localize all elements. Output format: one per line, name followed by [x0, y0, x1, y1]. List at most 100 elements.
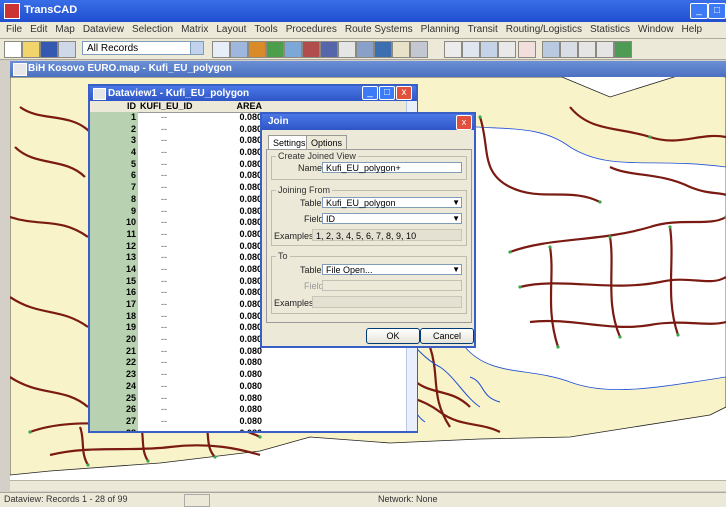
cell-id[interactable]: 20 — [90, 334, 138, 346]
cell-id[interactable]: 19 — [90, 322, 138, 335]
text-a-icon[interactable] — [410, 41, 428, 58]
save-icon[interactable] — [40, 41, 58, 58]
cell-kufi-eu-id[interactable]: -- — [138, 241, 190, 253]
cell-area[interactable]: 0.080 — [190, 334, 262, 346]
route-icon[interactable] — [302, 41, 320, 58]
menu-item-file[interactable]: File — [6, 22, 22, 38]
name-field[interactable]: Kufi_EU_polygon+ — [322, 162, 462, 173]
legend-icon[interactable] — [614, 41, 632, 58]
cell-area[interactable]: 0.080 — [190, 252, 262, 264]
cell-area[interactable]: 0.080 — [190, 381, 262, 393]
layout-icon[interactable] — [248, 41, 266, 58]
menu-item-selection[interactable]: Selection — [132, 22, 173, 38]
cell-id[interactable]: 9 — [90, 205, 138, 218]
chevron-down-icon[interactable]: ▼ — [452, 198, 460, 208]
cell-kufi-eu-id[interactable]: -- — [138, 299, 190, 311]
cell-kufi-eu-id[interactable]: -- — [138, 264, 190, 276]
cell-area[interactable]: 0.080 — [190, 357, 262, 369]
cell-kufi-eu-id[interactable]: -- — [138, 135, 190, 147]
table-row[interactable]: 28--0.080 — [90, 427, 406, 431]
cell-kufi-eu-id[interactable]: -- — [138, 217, 190, 229]
cell-id[interactable]: 1 — [90, 112, 138, 124]
to-table-select[interactable]: File Open... ▼ — [322, 264, 462, 275]
cell-kufi-eu-id[interactable]: -- — [138, 428, 190, 431]
cell-id[interactable]: 6 — [90, 170, 138, 183]
col-header-area[interactable]: AREA — [190, 101, 262, 111]
table-row[interactable]: 26 -- 0.080 — [90, 404, 406, 416]
cell-area[interactable]: 0.080 — [190, 182, 262, 194]
cell-area[interactable]: 0.080 — [190, 124, 262, 136]
chevron-down-icon[interactable] — [190, 42, 203, 54]
cell-kufi-eu-id[interactable]: -- — [138, 311, 190, 323]
menu-item-procedures[interactable]: Procedures — [286, 22, 337, 38]
cell-kufi-eu-id[interactable]: -- — [138, 369, 190, 381]
cell-id[interactable]: 16 — [90, 287, 138, 300]
cell-kufi-eu-id[interactable]: -- — [138, 182, 190, 194]
to-field-select[interactable] — [322, 280, 462, 291]
tile-icon[interactable] — [578, 41, 596, 58]
chevron-down-icon[interactable]: ▼ — [452, 214, 460, 224]
join-dialog-titlebar[interactable]: Join x — [262, 114, 474, 130]
map-icon[interactable] — [230, 41, 248, 58]
cell-id[interactable]: 23 — [90, 369, 138, 381]
cell-area[interactable]: 0.080 — [190, 404, 262, 416]
cell-kufi-eu-id[interactable]: -- — [138, 112, 190, 124]
select-icon[interactable] — [480, 41, 498, 58]
join-dialog[interactable]: Join x Settings Options Create Joined Vi… — [260, 112, 476, 348]
cell-kufi-eu-id[interactable]: -- — [138, 322, 190, 334]
cell-area[interactable]: 0.080 — [190, 299, 262, 311]
overview-icon[interactable] — [596, 41, 614, 58]
map-horizontal-scrollbar[interactable] — [10, 480, 726, 491]
cell-kufi-eu-id[interactable]: -- — [138, 404, 190, 416]
cell-id[interactable]: 8 — [90, 193, 138, 206]
menu-item-dataview[interactable]: Dataview — [83, 22, 124, 38]
cell-kufi-eu-id[interactable]: -- — [138, 346, 190, 358]
cell-area[interactable]: 0.080 — [190, 393, 262, 405]
cancel-button[interactable]: Cancel — [420, 328, 474, 344]
col-header-id[interactable]: ID — [90, 101, 138, 111]
table-row[interactable]: 27 -- 0.080 — [90, 415, 406, 428]
cell-area[interactable]: 0.080 — [190, 346, 262, 358]
table-row[interactable]: 23 -- 0.080 — [90, 369, 406, 381]
cell-kufi-eu-id[interactable]: -- — [138, 357, 190, 369]
cell-kufi-eu-id[interactable]: -- — [138, 287, 190, 299]
cell-id[interactable]: 4 — [90, 147, 138, 159]
cell-area[interactable]: 0.080 — [190, 217, 262, 229]
cell-id[interactable]: 15 — [90, 275, 138, 288]
menu-item-routing-logistics[interactable]: Routing/Logistics — [506, 22, 582, 38]
dataview-minimize-button[interactable]: _ — [362, 86, 378, 100]
cell-area[interactable]: 0.080 — [190, 112, 262, 124]
cell-area[interactable]: 0.080 — [190, 311, 262, 323]
col-header-kufi-eu-id[interactable]: KUFI_EU_ID — [140, 101, 193, 111]
cell-kufi-eu-id[interactable]: -- — [138, 229, 190, 241]
cell-kufi-eu-id[interactable]: -- — [138, 194, 190, 206]
menu-item-tools[interactable]: Tools — [254, 22, 277, 38]
cell-id[interactable]: 25 — [90, 392, 138, 405]
menu-item-edit[interactable]: Edit — [30, 22, 47, 38]
dataview-close-button[interactable]: x — [396, 86, 412, 100]
cell-area[interactable]: 0.080 — [190, 147, 262, 159]
cell-id[interactable]: 2 — [90, 123, 138, 136]
info-icon[interactable] — [498, 41, 516, 58]
cell-kufi-eu-id[interactable]: -- — [138, 170, 190, 182]
cell-id[interactable]: 18 — [90, 310, 138, 323]
window-icon[interactable] — [560, 41, 578, 58]
cell-area[interactable]: 0.080 — [190, 206, 262, 218]
tab-settings[interactable]: Settings — [268, 135, 311, 150]
menu-item-layout[interactable]: Layout — [216, 22, 246, 38]
cell-area[interactable]: 0.080 — [190, 135, 262, 147]
cell-id[interactable]: 7 — [90, 182, 138, 194]
network-icon[interactable] — [284, 41, 302, 58]
cell-area[interactable]: 0.080 — [190, 428, 262, 431]
menu-item-statistics[interactable]: Statistics — [590, 22, 630, 38]
cell-id[interactable]: 13 — [90, 252, 138, 264]
pan-icon[interactable] — [462, 41, 480, 58]
cell-id[interactable]: 26 — [90, 404, 138, 416]
zoom-icon[interactable] — [444, 41, 462, 58]
from-table-select[interactable]: Kufi_EU_polygon ▼ — [322, 197, 462, 208]
cell-kufi-eu-id[interactable]: -- — [138, 159, 190, 171]
dataview-titlebar[interactable]: Dataview1 - Kufi_EU_polygon _ □ x — [90, 86, 416, 101]
chevron-down-icon[interactable]: ▼ — [452, 265, 460, 275]
cell-area[interactable]: 0.080 — [190, 287, 262, 299]
cell-kufi-eu-id[interactable]: -- — [138, 276, 190, 288]
